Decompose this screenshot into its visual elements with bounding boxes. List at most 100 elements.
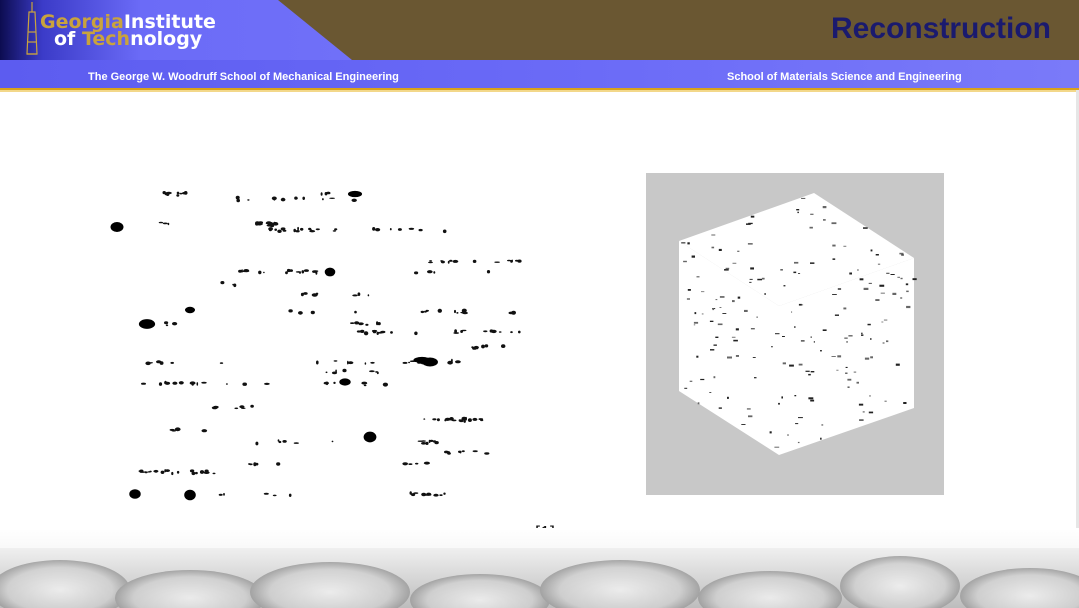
micrograph-particle (129, 489, 141, 499)
micrograph-particle (309, 230, 316, 233)
logo-word-of: of (54, 28, 82, 50)
cube-particle (715, 336, 719, 338)
micrograph-particle (250, 404, 254, 408)
micrograph-particle (390, 331, 393, 334)
micrograph-particle (423, 461, 430, 465)
cube-particle (718, 407, 722, 409)
micrograph-particle (458, 419, 461, 422)
cube-particle (737, 296, 741, 299)
micrograph-particle (259, 223, 263, 225)
cube-particle (858, 403, 864, 406)
cube-particle (906, 290, 909, 293)
cube-particle (684, 387, 688, 389)
cube-particle (782, 336, 785, 337)
cube-particle (843, 307, 847, 310)
micrograph-particle (420, 310, 425, 314)
micrograph-particle (449, 259, 453, 262)
micrograph-particle (178, 381, 184, 385)
micrograph-particle (158, 382, 163, 386)
micrograph-particle (351, 198, 357, 202)
micrograph-particle (454, 329, 457, 333)
cube-particle (794, 261, 799, 264)
micrograph-particle (511, 259, 513, 263)
micrograph-particle (242, 382, 247, 386)
micrograph-particle (359, 323, 361, 326)
cube-particle (809, 226, 813, 229)
micrograph-particle (255, 441, 259, 446)
micrograph-particle (426, 309, 429, 312)
cube-particle (844, 337, 848, 339)
micrograph-particle (310, 310, 315, 315)
school-mechanical-engineering: The George W. Woodruff School of Mechani… (88, 71, 399, 83)
cube-particle (886, 340, 889, 343)
cube-particle (693, 321, 699, 324)
micrograph-particle (331, 371, 338, 375)
micrograph-particle (402, 361, 408, 364)
micrograph-particle (486, 270, 491, 274)
micrograph-particle (302, 196, 305, 200)
micrograph-particle (247, 199, 250, 201)
micrograph-particle (311, 293, 318, 297)
cube-particle (732, 262, 737, 264)
micrograph-particle (334, 228, 338, 231)
cube-particle (733, 339, 738, 342)
cube-particle (750, 215, 755, 218)
micrograph-particle (165, 324, 169, 327)
micrograph-particle (516, 260, 520, 262)
cube-particle (696, 276, 700, 278)
cube-particle (813, 341, 815, 343)
micrograph-particle (176, 470, 180, 474)
micrograph-particle (465, 416, 467, 421)
micrograph-particle (352, 294, 358, 297)
micrograph-particle (408, 361, 411, 364)
micrograph-particle (408, 227, 415, 230)
cube-particle (900, 297, 903, 299)
cube-particle (746, 408, 751, 410)
micrograph-particle (363, 331, 369, 336)
micrograph-particle (164, 321, 169, 325)
micrograph-particle (418, 228, 423, 232)
georgia-tech-logo: GeorgiaInstitute of Technology (40, 13, 280, 50)
cube-particle (752, 357, 756, 358)
school-materials-science: School of Materials Science and Engineer… (727, 71, 962, 83)
micrograph-particle (363, 384, 367, 387)
micrograph-particle (414, 271, 419, 275)
cube-particle (794, 326, 796, 328)
micrograph-particle (489, 329, 494, 333)
micrograph-particle (446, 417, 449, 421)
micrograph-particle (363, 431, 377, 443)
cube-particle (862, 411, 865, 413)
cube-particle (774, 446, 780, 448)
micrograph-particle (429, 260, 433, 262)
micrograph-particle (357, 292, 361, 296)
cube-particle (805, 370, 810, 372)
micrograph-particle (428, 439, 431, 443)
micrograph-particle (268, 222, 274, 226)
micrograph-particle (223, 492, 225, 496)
micrograph-particle (446, 451, 451, 454)
cube-particle (732, 300, 735, 303)
micrograph-particle (473, 345, 479, 349)
micrograph-svg (110, 190, 522, 501)
micrograph-particle (376, 321, 379, 326)
micrograph-particle (414, 331, 418, 336)
micrograph-particle (518, 330, 521, 334)
micrograph-particle (258, 270, 262, 275)
micrograph-particle (354, 310, 357, 314)
micrograph-particle (460, 311, 466, 314)
cube-particle (864, 357, 870, 360)
micrograph-particle (498, 331, 502, 333)
micrograph-particle (358, 322, 364, 326)
micrograph-particle (232, 283, 234, 286)
micrograph-particle (263, 271, 265, 274)
cube-particle (823, 219, 826, 221)
micrograph-particle (428, 261, 433, 264)
cube-particle (820, 437, 822, 440)
micrograph-particle (461, 450, 465, 453)
micrograph-particle (298, 311, 303, 315)
cube-particle (870, 338, 872, 340)
micrograph-particle (365, 323, 369, 326)
cube-svg (679, 193, 917, 455)
cube-particle (846, 341, 848, 343)
cube-particle (747, 243, 753, 245)
